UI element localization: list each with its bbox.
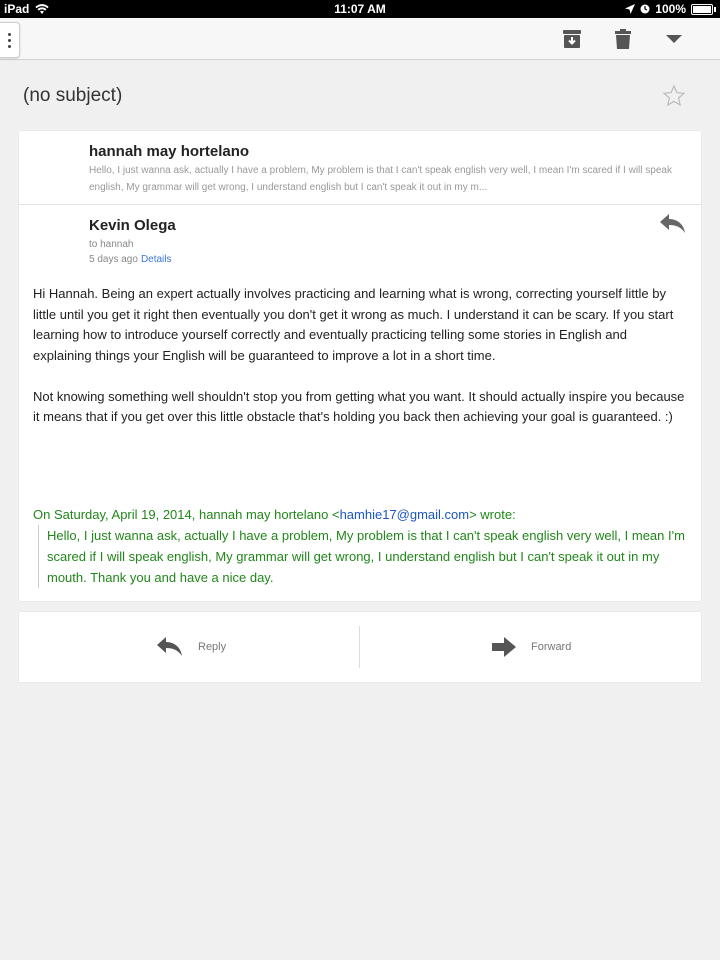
battery-icon	[691, 3, 713, 15]
body-paragraph: Not knowing something well shouldn't sto…	[33, 388, 685, 425]
quoted-text: Hello, I just wanna ask, actually I have…	[38, 525, 689, 588]
forward-label: Forward	[531, 641, 572, 653]
collapsed-snippet: Hello, I just wanna ask, actually I have…	[89, 165, 672, 193]
action-divider	[359, 626, 360, 668]
action-bar: Reply Forward	[19, 612, 701, 682]
battery-percentage: 100%	[655, 2, 686, 16]
collapsed-message[interactable]: hannah may hortelano Hello, I just wanna…	[89, 143, 679, 196]
reply-button[interactable]: Reply	[156, 612, 226, 682]
quote-email-link[interactable]: hamhie17@gmail.com	[340, 507, 470, 522]
status-bar: iPad 11:07 AM 100%	[0, 0, 720, 18]
sender-name: Kevin Olega	[89, 217, 176, 234]
star-icon[interactable]	[662, 84, 686, 108]
toolbar	[0, 18, 720, 60]
archive-icon[interactable]	[560, 27, 584, 51]
details-link[interactable]: Details	[141, 254, 172, 265]
alarm-icon	[640, 4, 650, 14]
collapsed-sender-name: hannah may hortelano	[89, 143, 250, 160]
message-date: 5 days ago	[89, 254, 138, 265]
quote-prefix: On Saturday, April 19, 2014, hannah may …	[33, 507, 340, 522]
clock: 11:07 AM	[334, 2, 386, 16]
forward-button[interactable]: Forward	[491, 612, 571, 682]
quote-attribution: On Saturday, April 19, 2014, hannah may …	[33, 505, 688, 525]
body-paragraph: Hi Hannah. Being an expert actually invo…	[33, 286, 674, 363]
reply-arrow-icon[interactable]	[659, 213, 687, 235]
conversation-card: hannah may hortelano Hello, I just wanna…	[19, 131, 701, 601]
subject-title: (no subject)	[23, 85, 123, 106]
forward-icon	[492, 637, 516, 657]
chevron-down-icon[interactable]	[662, 27, 686, 51]
quote-suffix: > wrote:	[469, 507, 516, 522]
reply-icon	[157, 637, 182, 656]
menu-dots-icon[interactable]	[0, 22, 20, 58]
location-icon	[625, 4, 636, 14]
reply-label: Reply	[198, 641, 227, 653]
recipient-line: to hannah	[89, 239, 134, 250]
message-body: Hi Hannah. Being an expert actually invo…	[33, 284, 688, 448]
message-header: Kevin Olega to hannah 5 days ago Details	[89, 217, 176, 265]
message-divider	[19, 204, 701, 205]
trash-icon[interactable]	[611, 27, 635, 51]
